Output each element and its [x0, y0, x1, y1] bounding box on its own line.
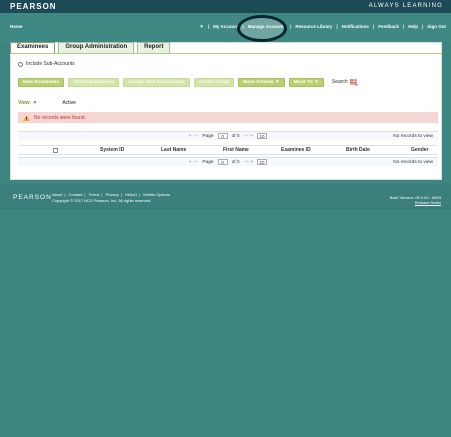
footer-terms-link[interactable]: Terms: [89, 192, 100, 197]
page-label: Page: [202, 159, 214, 165]
view-label: View:: [18, 100, 31, 106]
brand-tagline: ALWAYS LEARNING: [368, 3, 443, 9]
tab-report[interactable]: Report: [137, 42, 171, 53]
alert-message: No records were found.: [34, 114, 86, 121]
records-count: No records to view: [393, 134, 433, 139]
footer-hello-link[interactable]: HelloO: [125, 192, 137, 197]
sub-accounts-radio[interactable]: [18, 61, 23, 67]
examinee-toolbar: New Examinees Delete Examinees Assign Ne…: [18, 77, 358, 87]
bottom-pager: ⇤ ⇠ Page 0 of 0 ⇢ ⇥ 10 No records to vie…: [18, 157, 438, 166]
column-last-name[interactable]: Last Name: [161, 147, 186, 153]
page-number-input[interactable]: 0: [217, 159, 228, 165]
next-last-page-buttons[interactable]: ⇢ ⇥: [244, 134, 253, 139]
footer-contact-link[interactable]: Contact: [69, 192, 83, 197]
column-gender[interactable]: Gender: [411, 147, 429, 153]
view-filter-row: View: ▼ Active: [18, 100, 76, 106]
footer-copyright: Copyright © 2017 NCS Pearson, Inc. All r…: [52, 198, 152, 203]
assign-new-assessment-button[interactable]: Assign New Assessment: [123, 77, 190, 87]
tab-examinees[interactable]: Examinees: [10, 42, 56, 53]
top-brand-bar: PEARSON ALWAYS LEARNING: [0, 0, 451, 13]
page-size-select[interactable]: 10: [256, 133, 267, 139]
nav-separator: |: [207, 24, 210, 29]
move-to-button[interactable]: Move To ▼: [288, 77, 324, 87]
footer-mobile-options-link[interactable]: Mobile Options: [143, 192, 170, 197]
top-navigation: Home ▼ | My Account | Manage Accounts | …: [0, 13, 451, 42]
first-prev-page-buttons[interactable]: ⇤ ⇠: [189, 134, 198, 139]
move-to-label: Move To: [293, 79, 313, 85]
nav-feedback[interactable]: Feedback: [378, 24, 399, 29]
page-count-label: of 0: [231, 133, 240, 139]
nav-help[interactable]: Help: [408, 24, 418, 29]
select-all-checkbox[interactable]: [53, 148, 58, 153]
create-group-button[interactable]: Create Group: [193, 77, 235, 87]
column-examinee-id[interactable]: Examinee ID: [281, 147, 311, 153]
sub-accounts-label: Include Sub-Accounts: [26, 61, 75, 67]
tab-bar: Examinees Group Administration Report: [10, 42, 171, 53]
page-number-input[interactable]: 0: [217, 133, 228, 139]
nav-separator: |: [421, 24, 424, 29]
grid-header: System ID Last Name First Name Examinee …: [18, 145, 438, 155]
column-system-id[interactable]: System ID: [100, 147, 124, 153]
view-chevron-icon: ▼: [32, 100, 38, 106]
page-count-label: of 0: [231, 159, 240, 165]
view-dropdown[interactable]: View: ▼: [18, 100, 37, 106]
footer-links: About | Contact | Terms | Privacy | HelloO | …: [52, 192, 170, 197]
nav-sign-out[interactable]: Sign Out: [427, 24, 446, 29]
search-control[interactable]: Search: [331, 78, 358, 86]
brand-logo: PEARSON: [10, 2, 57, 11]
footer-privacy-link[interactable]: Privacy: [106, 192, 119, 197]
nav-my-account[interactable]: My Account: [213, 24, 238, 29]
more-actions-label: More Actions: [243, 79, 274, 85]
chevron-down-icon[interactable]: ▼: [199, 24, 203, 29]
footer-build-info: Build Version: 06.0.00 - 6693 Release No…: [390, 195, 441, 205]
new-examinees-button[interactable]: New Examinees: [18, 77, 65, 87]
nav-separator: |: [290, 24, 292, 29]
release-notes-link[interactable]: Release Notes: [390, 200, 441, 205]
more-actions-button[interactable]: More Actions ▼: [238, 77, 285, 87]
footer: PEARSON About | Contact | Terms | Privacy | …: [0, 184, 451, 210]
search-label: Search: [331, 79, 348, 85]
nav-resource-library[interactable]: Resource Library: [295, 24, 332, 29]
top-pager: ⇤ ⇠ Page 0 of 0 ⇢ ⇥ 10 No records to vie…: [18, 131, 438, 140]
footer-about-link[interactable]: About: [52, 192, 62, 197]
move-to-chevron-icon: ▼: [314, 79, 319, 85]
records-count: No records to view: [393, 160, 433, 165]
more-actions-chevron-icon: ▼: [274, 79, 280, 85]
nav-separator: |: [372, 24, 375, 29]
page-label: Page: [202, 133, 214, 139]
next-last-page-buttons[interactable]: ⇢ ⇥: [244, 160, 253, 165]
nav-separator: |: [336, 24, 338, 29]
nav-separator: |: [402, 24, 405, 29]
view-value: Active: [62, 100, 76, 106]
warning-icon: [23, 114, 30, 121]
no-records-alert: No records were found.: [18, 112, 438, 123]
search-grid-icon[interactable]: [349, 78, 358, 86]
tab-divider: [10, 53, 442, 54]
page-size-select[interactable]: 10: [256, 159, 267, 165]
include-sub-accounts[interactable]: Include Sub-Accounts: [18, 61, 75, 67]
column-birth-date[interactable]: Birth Date: [346, 147, 370, 153]
home-link[interactable]: Home: [10, 24, 23, 29]
nav-notifications[interactable]: Notifications: [342, 24, 369, 29]
tab-group-administration[interactable]: Group Administration: [58, 42, 135, 53]
footer-logo: PEARSON: [13, 194, 52, 201]
column-first-name[interactable]: First Name: [223, 147, 249, 153]
manage-accounts-highlight: [237, 15, 287, 42]
first-prev-page-buttons[interactable]: ⇤ ⇠: [189, 160, 198, 165]
delete-examinees-button[interactable]: Delete Examinees: [68, 77, 120, 87]
